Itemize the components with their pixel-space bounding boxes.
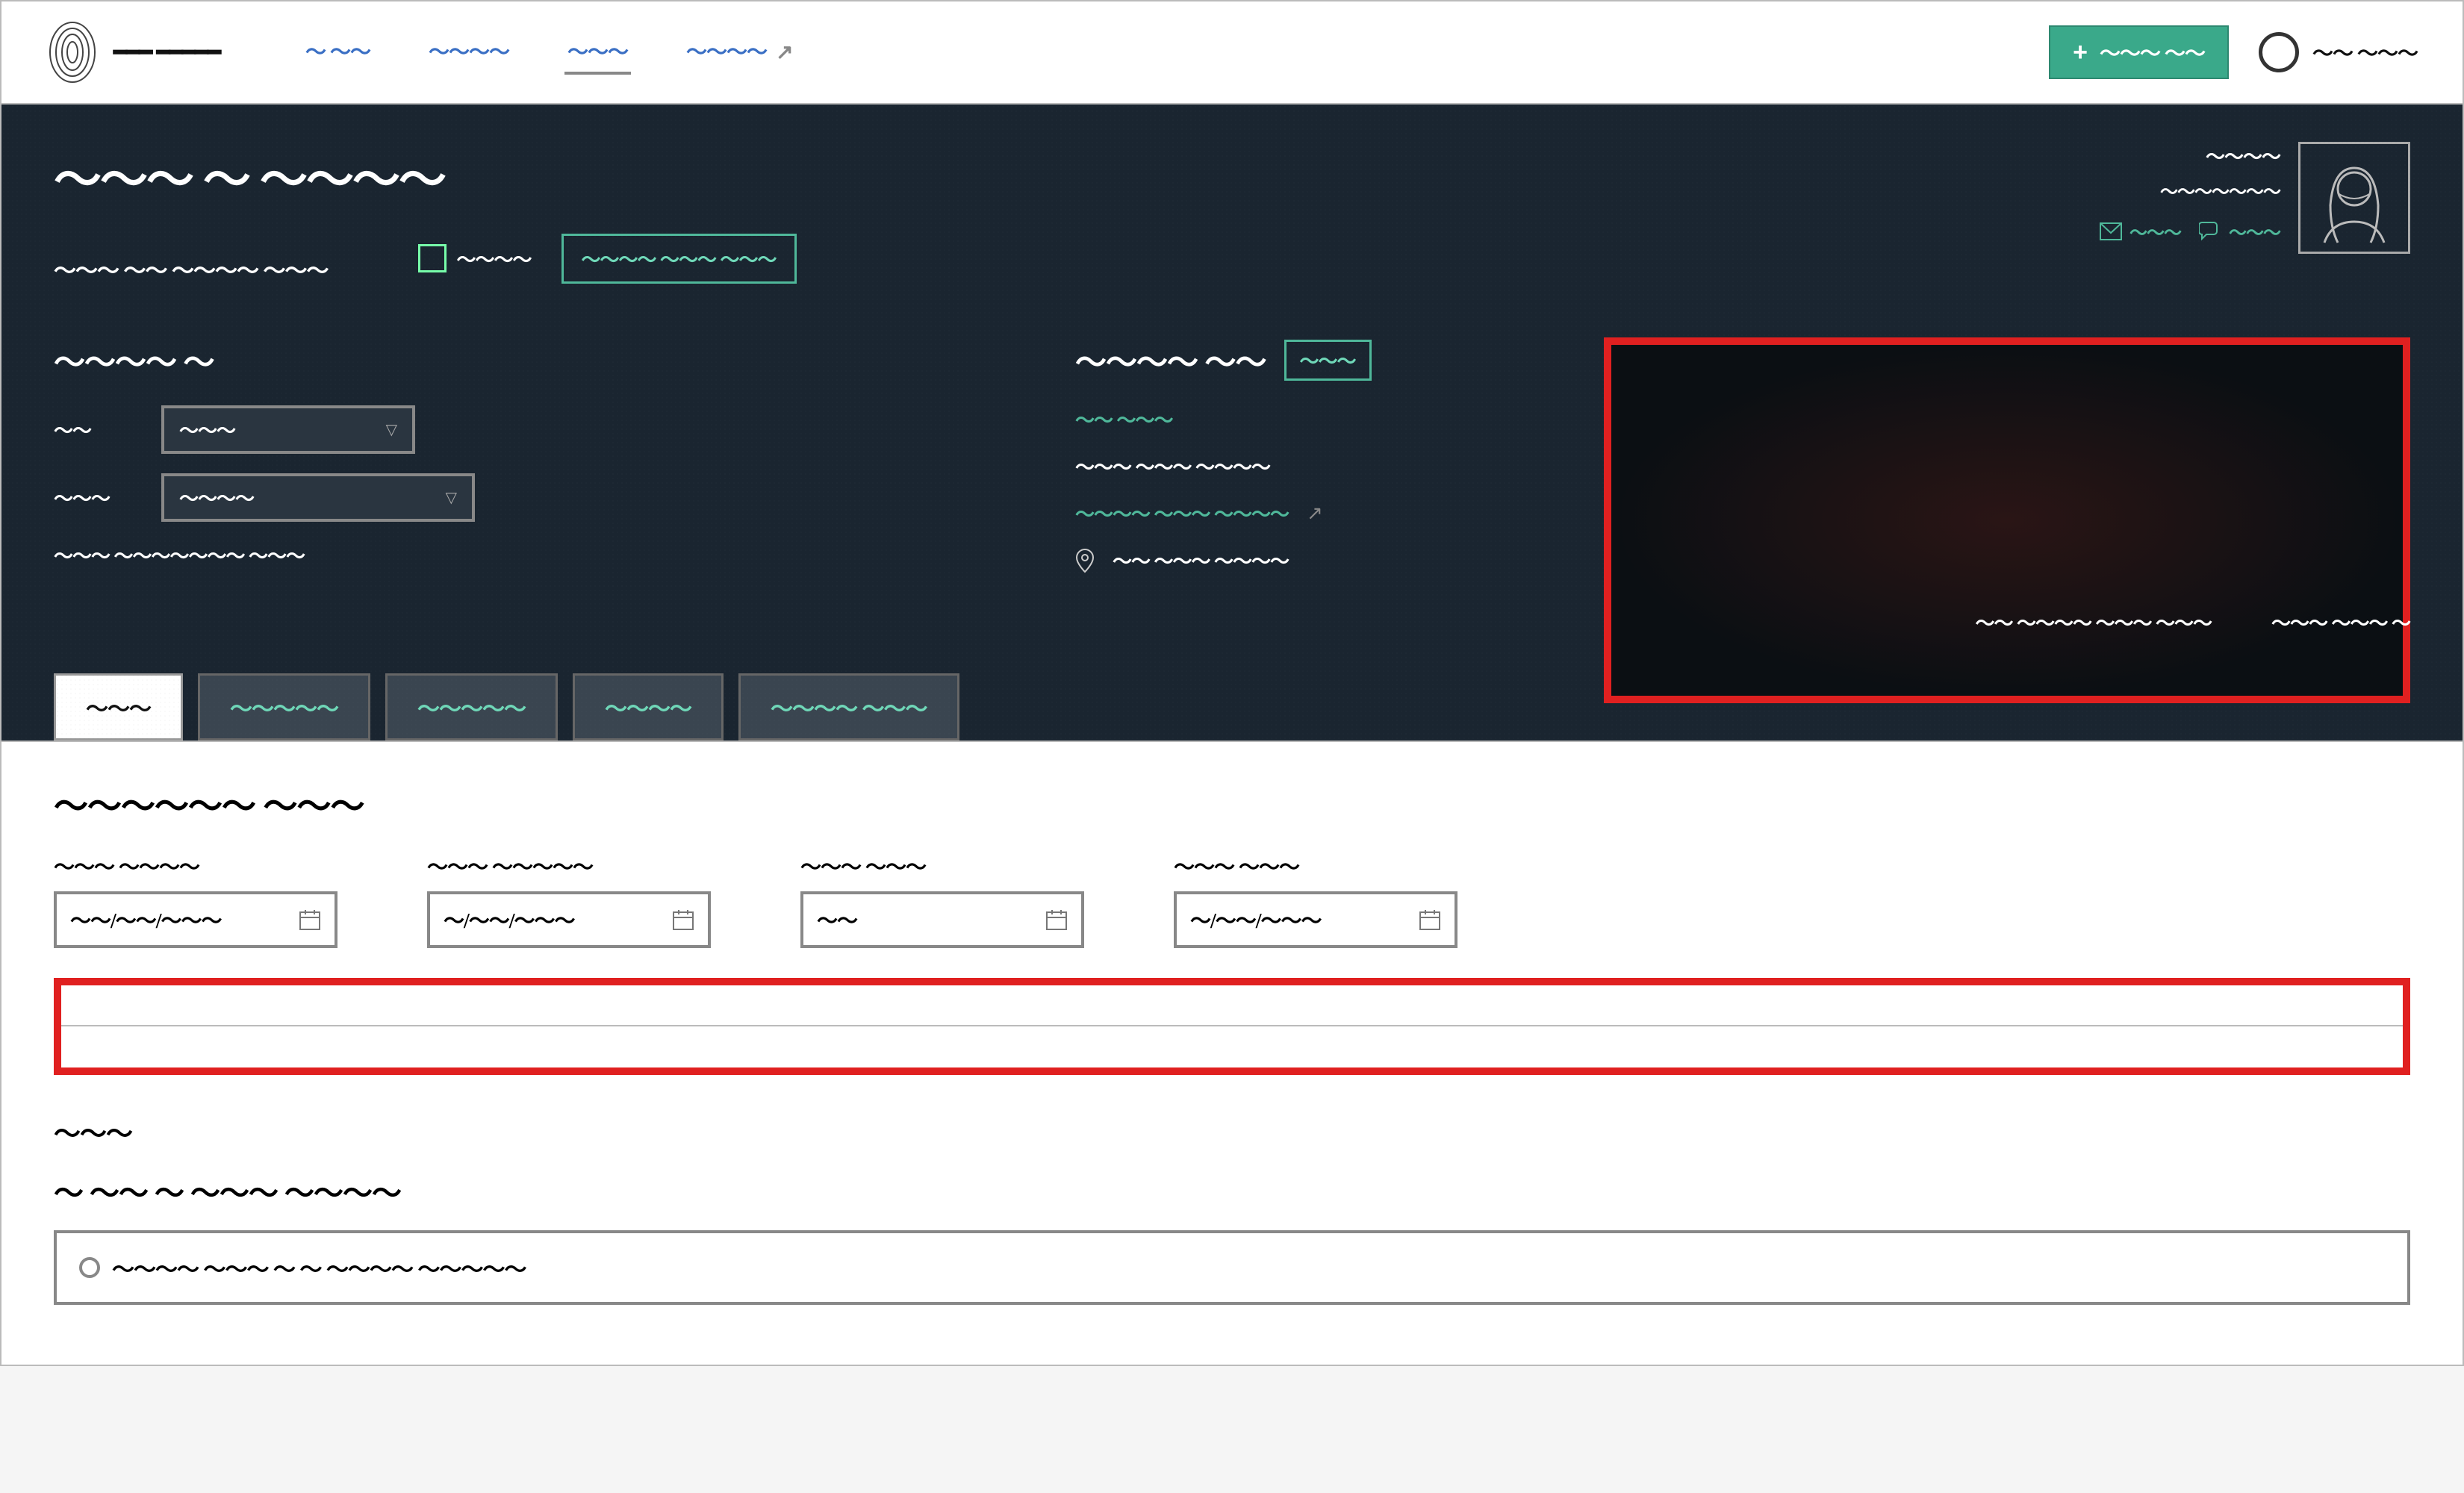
user-menu[interactable]: ～～ ～～～ — [2259, 32, 2418, 72]
rep-email-label: ～～～ — [2129, 218, 2181, 244]
case-title: ～～～ ～ ～～～～ — [54, 142, 2100, 211]
top-nav: ～ ～～ ～～～～ ～～～ ～～～～ ↗ — [302, 30, 796, 75]
date-label-0: ～～～ ～～～～ — [54, 851, 337, 881]
highlight-annotation-strip — [54, 978, 2410, 1075]
map-annotation-box — [1604, 337, 2410, 703]
tab-3[interactable]: ～～～～ — [573, 673, 724, 741]
date-value-2: ～～ — [817, 905, 857, 935]
status-heading: ～～～～ ～ — [54, 337, 1030, 383]
plus-icon: + — [2073, 38, 2088, 67]
user-avatar-icon — [2259, 32, 2299, 72]
tab-2[interactable]: ～～～～～ — [385, 673, 558, 741]
date-label-1: ～～～ ～～～～～ — [427, 851, 711, 881]
fingerprint-icon — [46, 19, 99, 85]
representative-card: ～～～～ ～～～～～～～ ～～～ ～～～ — [2100, 142, 2410, 285]
avatar-icon — [2302, 146, 2407, 250]
hero-columns: ～～～～ ～ ～～ ～～～ ▽ ～～～ ～～～～ ▽ ～～～ ～～～～～～～ ～… — [54, 337, 2410, 593]
date-field-1: ～～～ ～～～～～ ～/～～/～～～ — [427, 851, 711, 948]
checkbox-label: ～～～～ — [457, 245, 532, 272]
tab-1[interactable]: ～～～～～ — [198, 673, 370, 741]
sub-heading-2: ～ ～～ ～ ～～～ ～～～～ — [54, 1169, 2410, 1212]
rep-email-action[interactable]: ～～～ — [2100, 218, 2181, 244]
date-input-2[interactable]: ～～ — [800, 891, 1084, 948]
rep-chat-action[interactable]: ～～～ — [2199, 218, 2280, 244]
loc-link: ～～～～ ～～～ ～～～～ — [1075, 499, 1289, 527]
date-input-3[interactable]: ～/～～/～～～ — [1174, 891, 1457, 948]
date-grid: ～～～ ～～～～ ～～/～～/～～～ ～～～ ～～～～～ ～/～～/～～～ ～～… — [54, 851, 2410, 948]
date-field-0: ～～～ ～～～～ ～～/～～/～～～ — [54, 851, 337, 948]
section-heading: ～～～～～～ ～～～ — [54, 779, 2410, 829]
option-box[interactable]: ～～～～ ～～～ ～ ～ ～～～～ ～～～～～ — [54, 1230, 2410, 1305]
status-badge: ～～～～ ～～～ ～～～ — [561, 234, 797, 284]
user-label: ～～ ～～～ — [2312, 37, 2418, 67]
rep-role: ～～～～～～～ — [2100, 177, 2280, 203]
date-value-0: ～～/～～/～～～ — [70, 905, 222, 935]
radio-icon — [79, 1257, 100, 1278]
external-link-icon: ↗ — [1307, 502, 1323, 525]
rep-text-block: ～～～～ ～～～～～～～ ～～～ ～～～ — [2100, 142, 2280, 244]
calendar-icon — [299, 908, 321, 931]
nav-item-3-label: ～～～～ — [686, 41, 767, 64]
rep-name: ～～～～ — [2100, 142, 2280, 169]
status-extra: ～～～ ～～～～～～～ ～～～ — [54, 541, 1030, 569]
status-column: ～～～～ ～ ～～ ～～～ ▽ ～～～ ～～～～ ▽ ～～～ ～～～～～～～ ～… — [54, 337, 1030, 593]
checkbox-icon — [418, 244, 447, 272]
date-input-0[interactable]: ～～/～～/～～～ — [54, 891, 337, 948]
date-label-3: ～～～ ～～～ — [1174, 851, 1457, 881]
sub-heading: ～～～ — [54, 1112, 2410, 1151]
brand-area: ━━━ ━━━━━ — [46, 19, 220, 85]
calendar-icon — [1045, 908, 1068, 931]
nav-item-0[interactable]: ～ ～～ — [302, 30, 373, 75]
chevron-down-icon: ▽ — [446, 488, 457, 507]
mail-icon — [2100, 222, 2122, 240]
nav-item-2[interactable]: ～～～ — [564, 30, 631, 75]
map-pin-icon — [1075, 548, 1095, 573]
main-panel: ～～～～～～ ～～～ ～～～ ～～～～ ～～/～～/～～～ ～～～ ～～～～～ … — [0, 742, 2464, 1366]
new-button[interactable]: + ～～～ ～～ — [2049, 25, 2229, 79]
nav-item-3[interactable]: ～～～～ ↗ — [683, 30, 795, 75]
hero-top-row: ～～～ ～ ～～～～ ～～～ ～～ ～～～～ ～～～ ～～～～ ～～～～ ～～～… — [54, 142, 2410, 285]
date-value-1: ～/～～/～～～ — [444, 905, 575, 935]
header-right: + ～～～ ～～ ～～ ～～～ — [2049, 25, 2418, 79]
state-dropdown[interactable]: ～～～ ▽ — [161, 405, 415, 454]
chevron-down-icon: ▽ — [386, 420, 397, 439]
rep-avatar — [2298, 142, 2410, 254]
case-hero: ～～～ ～ ～～～～ ～～～ ～～ ～～～～ ～～～ ～～～～ ～～～～ ～～～… — [0, 105, 2464, 742]
date-label-2: ～～～ ～～～ — [800, 851, 1084, 881]
loc-address: ～～ ～～～ ～～～～ — [1113, 546, 1289, 574]
tab-0[interactable]: ～～～ — [54, 673, 183, 741]
tab-4[interactable]: ～～～～ ～～～ — [738, 673, 959, 741]
owner-dropdown[interactable]: ～～～～ ▽ — [161, 473, 475, 522]
date-field-3: ～～～ ～～～ ～/～～/～～～ — [1174, 851, 1457, 948]
option-box-label: ～～～～ ～～～ ～ ～ ～～～～ ～～～～～ — [112, 1251, 526, 1284]
date-value-3: ～/～～/～～～ — [1190, 905, 1322, 935]
map-placeholder[interactable] — [1611, 345, 2403, 696]
map-caption-row: ～～ ～～～～ ～～～ ～～～ ～～～ ～～～ ～ — [54, 608, 2410, 636]
caption-right: ～～～ ～～～ ～ — [2271, 608, 2410, 636]
date-field-2: ～～～ ～～～ ～～ — [800, 851, 1084, 948]
date-input-1[interactable]: ～/～～/～～～ — [427, 891, 711, 948]
calendar-icon — [1419, 908, 1441, 931]
hero-checkbox-wrap[interactable]: ～～～～ — [418, 244, 532, 272]
external-link-icon: ↗ — [776, 41, 792, 64]
calendar-icon — [672, 908, 694, 931]
owner-key: ～～～ — [54, 484, 143, 511]
hero-title-block: ～～～ ～ ～～～～ ～～～ ～～ ～～～～ ～～～ ～～～～ ～～～～ ～～～… — [54, 142, 2100, 285]
caption-left: ～～ ～～～～ ～～～ ～～～ — [1975, 608, 2212, 636]
nav-item-1[interactable]: ～～～～ — [426, 30, 512, 75]
state-key: ～～ — [54, 416, 143, 443]
hero-status-group: ～～～～ ～～～～ ～～～ ～～～ — [418, 234, 797, 284]
chat-icon — [2199, 221, 2221, 242]
rep-chat-label: ～～～ — [2229, 218, 2280, 244]
new-button-label: ～～～ ～～ — [2100, 37, 2205, 67]
app-header: ━━━ ━━━━━ ～ ～～ ～～～～ ～～～ ～～～～ ↗ + ～～～ ～～ … — [0, 0, 2464, 105]
owner-value: ～～～～ — [179, 484, 254, 511]
state-value: ～～～ — [179, 416, 235, 443]
rep-actions: ～～～ ～～～ — [2100, 218, 2280, 244]
case-subtitle: ～～～ ～～ ～～～～ ～～～ — [54, 252, 329, 285]
location-pill: ～～～ — [1284, 340, 1372, 381]
location-heading: ～～～～ ～～ — [1075, 337, 1266, 383]
brand-name: ━━━ ━━━━━ — [113, 40, 220, 66]
